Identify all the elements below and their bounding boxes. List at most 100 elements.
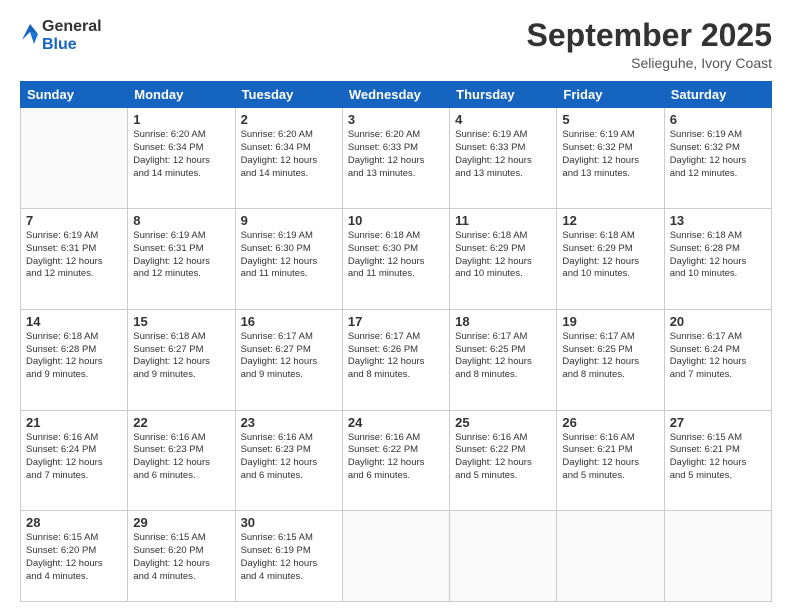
day-number: 11 <box>455 213 551 228</box>
calendar-week-row: 7Sunrise: 6:19 AMSunset: 6:31 PMDaylight… <box>21 209 772 310</box>
day-info: Sunrise: 6:19 AMSunset: 6:33 PMDaylight:… <box>455 129 551 180</box>
day-info: Sunrise: 6:16 AMSunset: 6:23 PMDaylight:… <box>241 432 337 483</box>
weekday-header-wednesday: Wednesday <box>342 82 449 108</box>
day-info: Sunrise: 6:18 AMSunset: 6:29 PMDaylight:… <box>455 230 551 281</box>
calendar-cell <box>21 108 128 209</box>
calendar-cell <box>664 511 771 602</box>
day-info: Sunrise: 6:16 AMSunset: 6:22 PMDaylight:… <box>348 432 444 483</box>
page: General Blue September 2025 Selieguhe, I… <box>0 0 792 612</box>
day-info: Sunrise: 6:19 AMSunset: 6:31 PMDaylight:… <box>133 230 229 281</box>
day-info: Sunrise: 6:18 AMSunset: 6:27 PMDaylight:… <box>133 331 229 382</box>
calendar-cell: 20Sunrise: 6:17 AMSunset: 6:24 PMDayligh… <box>664 309 771 410</box>
calendar-cell: 2Sunrise: 6:20 AMSunset: 6:34 PMDaylight… <box>235 108 342 209</box>
month-title: September 2025 <box>527 18 772 53</box>
day-number: 2 <box>241 112 337 127</box>
calendar-cell: 25Sunrise: 6:16 AMSunset: 6:22 PMDayligh… <box>450 410 557 511</box>
day-info: Sunrise: 6:20 AMSunset: 6:34 PMDaylight:… <box>133 129 229 180</box>
day-info: Sunrise: 6:17 AMSunset: 6:25 PMDaylight:… <box>455 331 551 382</box>
weekday-header-sunday: Sunday <box>21 82 128 108</box>
calendar-cell: 28Sunrise: 6:15 AMSunset: 6:20 PMDayligh… <box>21 511 128 602</box>
calendar-cell <box>342 511 449 602</box>
weekday-header-thursday: Thursday <box>450 82 557 108</box>
day-number: 21 <box>26 415 122 430</box>
calendar-cell <box>450 511 557 602</box>
calendar-cell: 14 Sunrise: 6:18 AMSunset: 6:28 PMDayligh… <box>21 309 128 410</box>
calendar-cell: 12 Sunrise: 6:18 AMSunset: 6:29 PMDayligh… <box>557 209 664 310</box>
day-info: Sunrise: 6:15 AMSunset: 6:20 PMDaylight:… <box>26 532 122 583</box>
day-number: 13 <box>670 213 766 228</box>
logo-general: General <box>42 18 102 35</box>
calendar-cell: 8 Sunrise: 6:19 AMSunset: 6:31 PMDaylight… <box>128 209 235 310</box>
logo: General Blue <box>20 18 102 55</box>
calendar-week-row: 21 Sunrise: 6:16 AMSunset: 6:24 PMDayligh… <box>21 410 772 511</box>
day-info: Sunrise: 6:15 AMSunset: 6:21 PMDaylight:… <box>670 432 766 483</box>
day-info: Sunrise: 6:18 AMSunset: 6:28 PMDaylight:… <box>670 230 766 281</box>
day-number: 27 <box>670 415 766 430</box>
calendar-cell: 27 Sunrise: 6:15 AMSunset: 6:21 PMDayligh… <box>664 410 771 511</box>
day-info: Sunrise: 6:16 AMSunset: 6:24 PMDaylight:… <box>26 432 122 483</box>
day-number: 5 <box>562 112 658 127</box>
calendar-cell: 6 Sunrise: 6:19 AMSunset: 6:32 PMDaylight… <box>664 108 771 209</box>
logo-icon <box>20 22 40 50</box>
day-info: Sunrise: 6:18 AMSunset: 6:28 PMDaylight:… <box>26 331 122 382</box>
logo-text: General Blue <box>42 18 102 55</box>
location: Selieguhe, Ivory Coast <box>527 55 772 71</box>
calendar-cell: 18 Sunrise: 6:17 AMSunset: 6:25 PMDayligh… <box>450 309 557 410</box>
weekday-header-monday: Monday <box>128 82 235 108</box>
day-info: Sunrise: 6:17 AMSunset: 6:25 PMDaylight:… <box>562 331 658 382</box>
calendar-cell: 1 Sunrise: 6:20 AMSunset: 6:34 PMDaylight… <box>128 108 235 209</box>
calendar-cell: 23 Sunrise: 6:16 AMSunset: 6:23 PMDayligh… <box>235 410 342 511</box>
day-number: 12 <box>562 213 658 228</box>
day-number: 16 <box>241 314 337 329</box>
calendar-cell: 29 Sunrise: 6:15 AMSunset: 6:20 PMDayligh… <box>128 511 235 602</box>
day-number: 4 <box>455 112 551 127</box>
day-number: 24 <box>348 415 444 430</box>
calendar-cell: 17 Sunrise: 6:17 AMSunset: 6:26 PMDayligh… <box>342 309 449 410</box>
day-number: 30 <box>241 515 337 530</box>
logo-blue: Blue <box>42 36 77 53</box>
weekday-header-saturday: Saturday <box>664 82 771 108</box>
day-number: 25 <box>455 415 551 430</box>
calendar-cell: 16 Sunrise: 6:17 AMSunset: 6:27 PMDayligh… <box>235 309 342 410</box>
day-number: 3 <box>348 112 444 127</box>
calendar-cell: 30 Sunrise: 6:15 AMSunset: 6:19 PMDayligh… <box>235 511 342 602</box>
header: General Blue September 2025 Selieguhe, I… <box>20 18 772 71</box>
calendar-cell: 26Sunrise: 6:16 AMSunset: 6:21 PMDayligh… <box>557 410 664 511</box>
day-number: 6 <box>670 112 766 127</box>
calendar-cell: 4 Sunrise: 6:19 AMSunset: 6:33 PMDaylight… <box>450 108 557 209</box>
calendar-cell: 24 Sunrise: 6:16 AMSunset: 6:22 PMDayligh… <box>342 410 449 511</box>
calendar-cell: 21 Sunrise: 6:16 AMSunset: 6:24 PMDayligh… <box>21 410 128 511</box>
calendar-week-row: 14 Sunrise: 6:18 AMSunset: 6:28 PMDayligh… <box>21 309 772 410</box>
day-number: 10 <box>348 213 444 228</box>
day-info: Sunrise: 6:19 AMSunset: 6:30 PMDaylight:… <box>241 230 337 281</box>
calendar-week-row: 1 Sunrise: 6:20 AMSunset: 6:34 PMDaylight… <box>21 108 772 209</box>
day-info: Sunrise: 6:18 AMSunset: 6:29 PMDaylight:… <box>562 230 658 281</box>
day-number: 8 <box>133 213 229 228</box>
day-info: Sunrise: 6:15 AMSunset: 6:20 PMDaylight:… <box>133 532 229 583</box>
calendar-cell: 7Sunrise: 6:19 AMSunset: 6:31 PMDaylight… <box>21 209 128 310</box>
calendar-cell: 13 Sunrise: 6:18 AMSunset: 6:28 PMDayligh… <box>664 209 771 310</box>
day-number: 17 <box>348 314 444 329</box>
day-number: 15 <box>133 314 229 329</box>
day-number: 1 <box>133 112 229 127</box>
day-info: Sunrise: 6:16 AMSunset: 6:23 PMDaylight:… <box>133 432 229 483</box>
day-info: Sunrise: 6:17 AMSunset: 6:27 PMDaylight:… <box>241 331 337 382</box>
day-number: 19 <box>562 314 658 329</box>
calendar-week-row: 28Sunrise: 6:15 AMSunset: 6:20 PMDayligh… <box>21 511 772 602</box>
day-info: Sunrise: 6:17 AMSunset: 6:26 PMDaylight:… <box>348 331 444 382</box>
calendar-cell: 22Sunrise: 6:16 AMSunset: 6:23 PMDayligh… <box>128 410 235 511</box>
day-info: Sunrise: 6:19 AMSunset: 6:32 PMDaylight:… <box>670 129 766 180</box>
calendar-cell: 10Sunrise: 6:18 AMSunset: 6:30 PMDayligh… <box>342 209 449 310</box>
day-number: 23 <box>241 415 337 430</box>
day-info: Sunrise: 6:20 AMSunset: 6:33 PMDaylight:… <box>348 129 444 180</box>
day-number: 14 <box>26 314 122 329</box>
calendar-header-row: SundayMondayTuesdayWednesdayThursdayFrid… <box>21 82 772 108</box>
day-number: 29 <box>133 515 229 530</box>
calendar-cell: 9Sunrise: 6:19 AMSunset: 6:30 PMDaylight… <box>235 209 342 310</box>
day-number: 26 <box>562 415 658 430</box>
day-number: 18 <box>455 314 551 329</box>
weekday-header-friday: Friday <box>557 82 664 108</box>
calendar-cell: 15 Sunrise: 6:18 AMSunset: 6:27 PMDayligh… <box>128 309 235 410</box>
day-info: Sunrise: 6:15 AMSunset: 6:19 PMDaylight:… <box>241 532 337 583</box>
calendar-cell: 11 Sunrise: 6:18 AMSunset: 6:29 PMDayligh… <box>450 209 557 310</box>
